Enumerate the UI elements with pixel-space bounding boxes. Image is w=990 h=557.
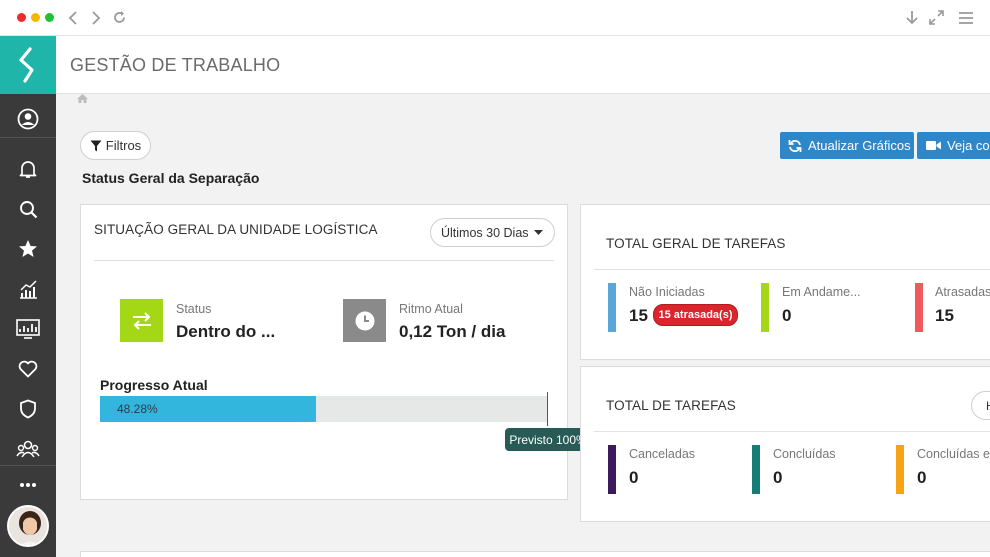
user-avatar-icon: [9, 507, 47, 545]
sidebar-item-team[interactable]: [0, 429, 56, 469]
card-divider: [594, 431, 990, 432]
section-title: Status Geral da Separação: [82, 170, 260, 186]
completed-late-value: 0: [917, 468, 927, 487]
shield-icon: [20, 399, 36, 419]
in-progress-value: 0: [782, 306, 792, 325]
video-camera-icon: [926, 141, 941, 150]
total-tasks-card: TOTAL DE TAREFAS H Canceladas 0 Concluíd…: [580, 366, 990, 522]
minimize-window-dot[interactable]: [31, 13, 40, 22]
watch-video-button[interactable]: Veja cor: [917, 132, 990, 159]
status-label: Status: [176, 302, 212, 316]
logistics-unit-card: SITUAÇÃO GERAL DA UNIDADE LOGÍSTICA Últi…: [80, 204, 591, 500]
forecast-marker: [547, 392, 548, 426]
card-divider: [594, 269, 990, 270]
caret-down-icon: [533, 230, 543, 235]
total-general-tasks-card: TOTAL GERAL DE TAREFAS Não Iniciadas 15 …: [580, 204, 990, 360]
pace-value: 0,12 Ton / dia: [399, 322, 506, 341]
pace-icon-box: [343, 299, 386, 342]
page-title: GESTÃO DE TRABALHO: [70, 55, 281, 75]
completed-bar: [752, 445, 760, 494]
period-dropdown[interactable]: Últimos 30 Dias: [430, 218, 555, 247]
avatar[interactable]: [7, 505, 49, 547]
late-badge[interactable]: 15 atrasada(s): [653, 304, 738, 326]
overdue-label: Atrasadas: [935, 285, 990, 299]
period-pill-button[interactable]: H: [971, 391, 990, 420]
completed-late-bar: [896, 445, 904, 494]
status-icon-box: [120, 299, 163, 342]
fullscreen-icon[interactable]: [929, 10, 944, 25]
watch-video-label: Veja cor: [947, 138, 990, 153]
total-tasks-title: TOTAL DE TAREFAS: [606, 398, 736, 413]
filters-button-label: Filtros: [105, 138, 142, 153]
canceled-value: 0: [629, 468, 639, 487]
refresh-icon: [788, 139, 802, 152]
page-header: GESTÃO DE TRABALHO: [56, 36, 990, 94]
sidebar-divider: [0, 137, 56, 138]
pace-label: Ritmo Atual: [399, 302, 463, 316]
monitor-chart-icon: [16, 319, 40, 339]
forward-icon[interactable]: [90, 11, 102, 25]
sidebar-item-analytics[interactable]: [0, 269, 56, 309]
progress-bar: 48.28%: [100, 396, 548, 422]
filters-button[interactable]: Filtros: [80, 131, 151, 160]
more-dots-icon: [20, 483, 36, 487]
team-icon: [16, 440, 40, 458]
sidebar-item-more[interactable]: [0, 465, 56, 505]
sidebar-item-security[interactable]: [0, 389, 56, 429]
filter-icon: [90, 140, 102, 151]
period-dropdown-value: Últimos 30 Dias: [441, 225, 529, 240]
sidebar-item-favorites[interactable]: [0, 229, 56, 269]
bell-icon: [19, 161, 37, 178]
overdue-value: 15: [935, 306, 954, 325]
search-icon: [19, 200, 37, 218]
overdue-bar: [915, 283, 923, 332]
sidebar-item-search[interactable]: [0, 189, 56, 229]
status-value: Dentro do ...: [176, 322, 276, 341]
completed-value: 0: [773, 468, 783, 487]
browser-chrome: [0, 0, 990, 36]
reload-icon[interactable]: [112, 10, 127, 25]
chart-growth-icon: [19, 279, 37, 299]
close-window-dot[interactable]: [17, 13, 26, 22]
not-started-bar: [608, 283, 616, 332]
sidebar-item-dashboard[interactable]: [0, 309, 56, 349]
home-icon[interactable]: [77, 94, 88, 103]
update-charts-label: Atualizar Gráficos: [808, 138, 911, 153]
star-icon: [19, 240, 37, 257]
sidebar: [0, 36, 56, 557]
in-progress-label: Em Andame...: [782, 285, 861, 299]
not-started-value: 15: [629, 306, 648, 325]
app-logo[interactable]: [0, 36, 56, 94]
sidebar-item-notifications[interactable]: [0, 149, 56, 189]
progress-percent: 48.28%: [117, 402, 158, 416]
update-charts-button[interactable]: Atualizar Gráficos: [780, 132, 914, 159]
maximize-window-dot[interactable]: [45, 13, 54, 22]
card-divider: [94, 260, 554, 261]
download-icon[interactable]: [905, 10, 919, 26]
user-circle-icon: [17, 108, 39, 130]
completed-label: Concluídas: [773, 447, 836, 461]
clock-icon: [355, 311, 374, 330]
sidebar-item-profile[interactable]: [0, 99, 56, 139]
completed-late-label: Concluídas en: [917, 447, 990, 461]
next-card-edge: [80, 551, 990, 557]
heart-icon: [18, 360, 38, 378]
canceled-bar: [608, 445, 616, 494]
forecast-tooltip: Previsto 100%: [505, 428, 591, 451]
canceled-label: Canceladas: [629, 447, 696, 461]
swap-arrows-icon: [132, 311, 151, 330]
in-progress-bar: [761, 283, 769, 332]
not-started-label: Não Iniciadas: [629, 285, 705, 299]
sidebar-item-health[interactable]: [0, 349, 56, 389]
total-general-title: TOTAL GERAL DE TAREFAS: [606, 236, 786, 251]
back-icon[interactable]: [68, 11, 80, 25]
logistics-unit-title: SITUAÇÃO GERAL DA UNIDADE LOGÍSTICA: [94, 222, 378, 237]
progress-title: Progresso Atual: [100, 377, 208, 393]
menu-icon[interactable]: [958, 11, 974, 25]
